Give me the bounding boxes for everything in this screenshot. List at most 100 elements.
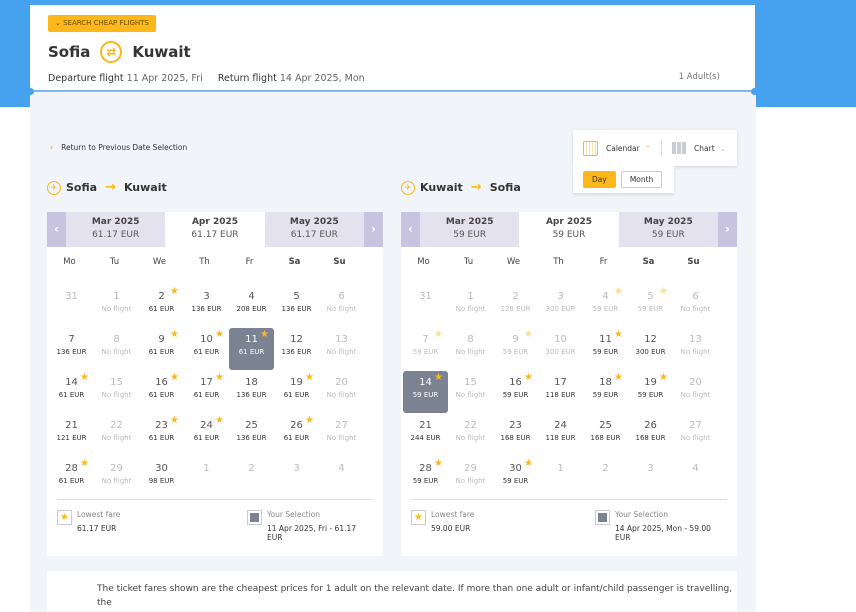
day-price: 61 EUR bbox=[193, 348, 220, 356]
day-cell[interactable]: 11 59 EUR ★ bbox=[583, 328, 628, 370]
month-tab[interactable]: Mar 2025 61.17 EUR bbox=[66, 212, 166, 247]
day-number: 4 bbox=[692, 463, 699, 474]
day-cell[interactable]: 5 136 EUR bbox=[274, 285, 319, 327]
lowest-fare-star-icon: ★ bbox=[170, 415, 179, 426]
month-tab[interactable]: Mar 2025 59 EUR bbox=[420, 212, 520, 247]
day-cell: 4 59 EUR ★ bbox=[583, 285, 628, 327]
lowest-fare-star-icon: ★ bbox=[434, 329, 443, 340]
return-to-previous-link[interactable]: ‹ Return to Previous Date Selection bbox=[50, 143, 187, 152]
day-cell[interactable]: 19 59 EUR ★ bbox=[628, 371, 673, 413]
weekday: Sa bbox=[288, 257, 301, 267]
chart-view-button[interactable]: Chart ⌄ bbox=[662, 142, 736, 154]
view-switcher: Calendar ⌃ Chart ⌄ bbox=[573, 130, 737, 166]
day-price: No flight bbox=[101, 391, 132, 399]
day-price: 59 EUR bbox=[412, 391, 439, 399]
day-cell[interactable]: 18 59 EUR ★ bbox=[583, 371, 628, 413]
day-cell[interactable]: 12 136 EUR bbox=[274, 328, 319, 370]
lowest-fare-star-icon: ★ bbox=[170, 372, 179, 383]
day-cell[interactable]: 28 61 EUR ★ bbox=[49, 457, 94, 499]
month-price: 61.17 EUR bbox=[92, 230, 140, 240]
route: Sofia ⇄ Kuwait bbox=[48, 41, 191, 63]
day-price: 61 EUR bbox=[283, 391, 310, 399]
week-row: 21 121 EUR 22 No flight 23 61 EUR ★ 24 61 EUR ★ 25… bbox=[47, 414, 383, 457]
day-price: 59 EUR bbox=[412, 477, 439, 485]
day-cell-selected[interactable]: 11 61 EUR ★ bbox=[229, 328, 274, 370]
day-cell[interactable]: 2 61 EUR ★ bbox=[139, 285, 184, 327]
month-name: Mar 2025 bbox=[91, 217, 140, 227]
lowest-fare-star-icon: ★ bbox=[659, 372, 668, 383]
day-cell: 31 bbox=[403, 285, 448, 327]
day-cell[interactable]: 24 118 EUR bbox=[538, 414, 583, 456]
day-cell[interactable]: 12 300 EUR bbox=[628, 328, 673, 370]
day-cell[interactable]: 10 61 EUR ★ bbox=[184, 328, 229, 370]
day-price: No flight bbox=[455, 348, 486, 356]
day-cell: 22 No flight bbox=[94, 414, 139, 456]
day-cell[interactable]: 25 136 EUR bbox=[229, 414, 274, 456]
day-cell[interactable]: 25 168 EUR bbox=[583, 414, 628, 456]
day-cell[interactable]: 3 136 EUR bbox=[184, 285, 229, 327]
day-cell[interactable]: 17 118 EUR bbox=[538, 371, 583, 413]
weekday: Su bbox=[333, 257, 346, 267]
day-price: 59 EUR bbox=[592, 348, 619, 356]
day-number: 31 bbox=[65, 291, 78, 302]
day-number: 24 bbox=[554, 420, 567, 431]
month-tab[interactable]: Apr 2025 59 EUR bbox=[519, 212, 619, 247]
day-cell[interactable]: 21 121 EUR bbox=[49, 414, 94, 456]
day-number: 2 bbox=[512, 291, 519, 302]
day-cell[interactable]: 23 168 EUR bbox=[493, 414, 538, 456]
day-cell[interactable]: 14 61 EUR ★ bbox=[49, 371, 94, 413]
day-cell[interactable]: 9 61 EUR ★ bbox=[139, 328, 184, 370]
day-button[interactable]: Day bbox=[583, 171, 616, 188]
day-price: 61 EUR bbox=[148, 434, 175, 442]
month-tab[interactable]: May 2025 61.17 EUR bbox=[264, 212, 364, 247]
day-number: 1 bbox=[557, 463, 564, 474]
day-cell[interactable]: 30 98 EUR bbox=[139, 457, 184, 499]
day-price: 59 EUR bbox=[592, 391, 619, 399]
day-cell[interactable]: 19 61 EUR ★ bbox=[274, 371, 319, 413]
day-price: 121 EUR bbox=[56, 434, 87, 442]
weekday: We bbox=[152, 257, 167, 267]
weekday: Tu bbox=[109, 257, 120, 267]
month-tab[interactable]: Apr 2025 61.17 EUR bbox=[165, 212, 265, 247]
day-cell[interactable]: 23 61 EUR ★ bbox=[139, 414, 184, 456]
day-cell[interactable]: 24 61 EUR ★ bbox=[184, 414, 229, 456]
day-cell[interactable]: 16 59 EUR ★ bbox=[493, 371, 538, 413]
day-price: 208 EUR bbox=[236, 305, 267, 313]
plane-icon: ✈ bbox=[47, 180, 61, 195]
day-number: 26 bbox=[644, 420, 657, 431]
swap-icon[interactable]: ⇄ bbox=[100, 41, 123, 63]
next-month-button[interactable]: › bbox=[363, 212, 383, 247]
day-cell-selected[interactable]: 14 59 EUR ★ bbox=[403, 371, 448, 413]
day-cell[interactable]: 30 59 EUR ★ bbox=[493, 457, 538, 499]
day-cell[interactable]: 26 168 EUR bbox=[628, 414, 673, 456]
month-name: May 2025 bbox=[289, 217, 339, 227]
day-number: 6 bbox=[692, 291, 699, 302]
month-tab[interactable]: May 2025 59 EUR bbox=[618, 212, 718, 247]
day-cell[interactable]: 21 244 EUR bbox=[403, 414, 448, 456]
day-cell[interactable]: 7 136 EUR bbox=[49, 328, 94, 370]
search-cheap-flights-button[interactable]: ⌄ SEARCH CHEAP FLIGHTS bbox=[48, 15, 156, 32]
day-cell[interactable]: 4 208 EUR bbox=[229, 285, 274, 327]
month-button[interactable]: Month bbox=[620, 171, 663, 188]
day-number: 21 bbox=[419, 420, 432, 431]
day-number: 2 bbox=[248, 463, 255, 474]
day-cell[interactable]: 18 136 EUR bbox=[229, 371, 274, 413]
day-price: No flight bbox=[455, 305, 486, 313]
calendar-view-button[interactable]: Calendar ⌃ bbox=[573, 140, 661, 156]
day-number: 3 bbox=[557, 291, 564, 302]
prev-month-button[interactable]: ‹ bbox=[47, 212, 66, 247]
day-price: 168 EUR bbox=[500, 434, 531, 442]
weekday-header: Mo Tu We Th Fr Sa Su bbox=[401, 257, 737, 277]
day-cell[interactable]: 28 59 EUR ★ bbox=[403, 457, 448, 499]
day-cell: 10 300 EUR bbox=[538, 328, 583, 370]
day-cell: 15 No flight bbox=[94, 371, 139, 413]
month-price: 59 EUR bbox=[552, 230, 586, 240]
day-cell[interactable]: 26 61 EUR ★ bbox=[274, 414, 319, 456]
day-cell[interactable]: 16 61 EUR ★ bbox=[139, 371, 184, 413]
weekday: Su bbox=[687, 257, 700, 267]
day-price: 118 EUR bbox=[545, 391, 576, 399]
next-month-button[interactable]: › bbox=[717, 212, 737, 247]
day-cell: 6 No flight bbox=[673, 285, 718, 327]
prev-month-button[interactable]: ‹ bbox=[401, 212, 420, 247]
day-cell[interactable]: 17 61 EUR ★ bbox=[184, 371, 229, 413]
